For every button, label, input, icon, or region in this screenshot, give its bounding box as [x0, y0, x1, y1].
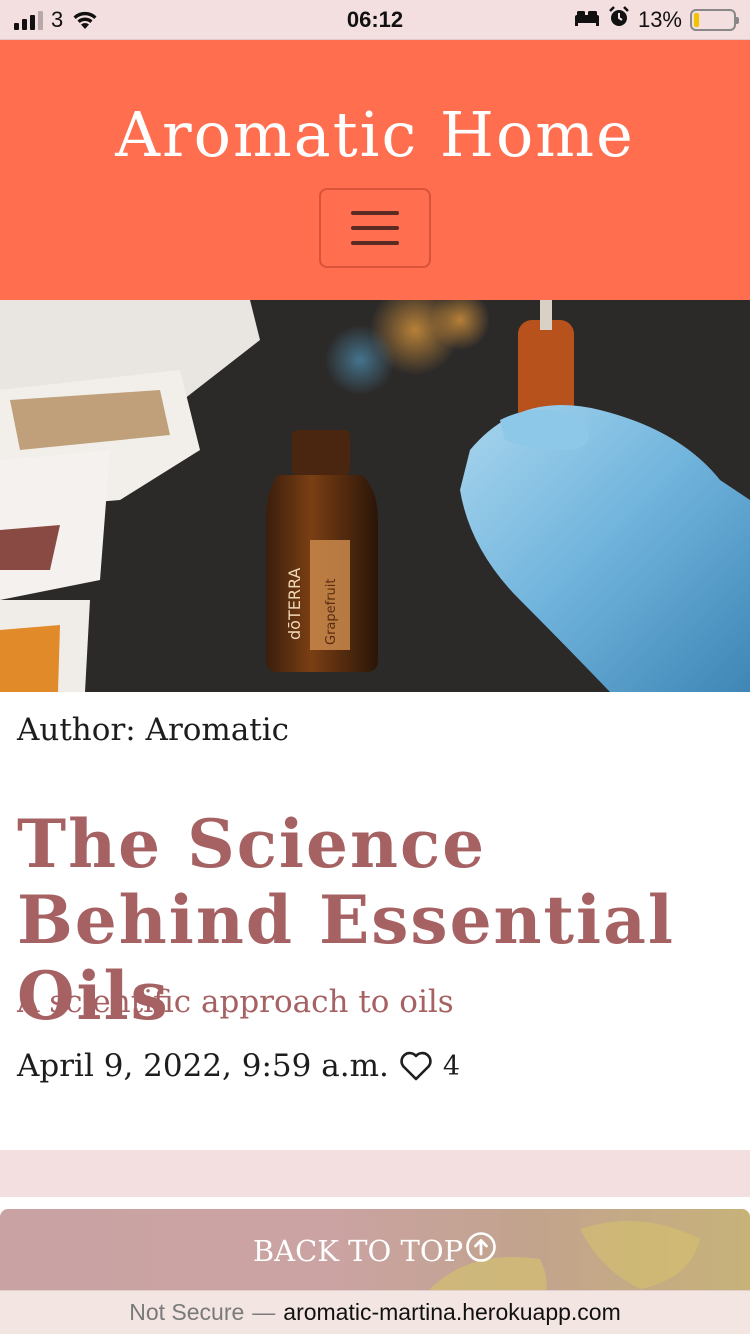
- svg-text:dōTERRA: dōTERRA: [285, 568, 304, 640]
- arrow-up-circle-icon: [465, 1231, 497, 1270]
- status-left: 3: [14, 7, 99, 33]
- post-meta: April 9, 2022, 9:59 a.m. 4: [17, 1048, 460, 1084]
- post-author: Author: Aromatic: [17, 712, 290, 748]
- post-subtitle: A scientific approach to oils: [17, 984, 454, 1020]
- navbar-toggle-button[interactable]: [319, 188, 431, 268]
- brand-logo-text[interactable]: Aromatic Home: [0, 98, 750, 171]
- hamburger-icon-bar: [351, 211, 399, 215]
- site-header: Aromatic Home: [0, 40, 750, 300]
- back-to-top-link[interactable]: BACK TO TOP: [0, 1231, 750, 1270]
- hamburger-icon-bar: [351, 226, 399, 230]
- hamburger-icon-bar: [351, 241, 399, 245]
- url-separator: —: [252, 1299, 276, 1325]
- back-to-top-label: BACK TO TOP: [252, 1233, 464, 1268]
- alarm-icon: [608, 5, 630, 34]
- bed-icon: [574, 7, 600, 33]
- post-featured-image: dōTERRA Grapefruit: [0, 300, 750, 692]
- carrier-label: 3: [51, 6, 64, 32]
- post-date: April 9, 2022, 9:59 a.m.: [17, 1048, 389, 1084]
- status-right: 13%: [574, 5, 739, 34]
- browser-url-bar[interactable]: Not Secure — aromatic-martina.herokuapp.…: [0, 1290, 750, 1334]
- battery-percent: 13%: [637, 6, 682, 32]
- wifi-icon: [71, 9, 99, 31]
- battery-icon: [690, 8, 739, 31]
- status-bar: 3 06:12 13%: [0, 0, 750, 40]
- svg-text:Grapefruit: Grapefruit: [324, 578, 339, 645]
- security-indicator: Not Secure: [129, 1299, 245, 1325]
- like-count: 4: [442, 1050, 461, 1082]
- url-host: aromatic-martina.herokuapp.com: [283, 1299, 621, 1325]
- section-divider-band: [0, 1150, 750, 1197]
- signal-icon: [14, 10, 43, 30]
- heart-icon[interactable]: [399, 1051, 433, 1081]
